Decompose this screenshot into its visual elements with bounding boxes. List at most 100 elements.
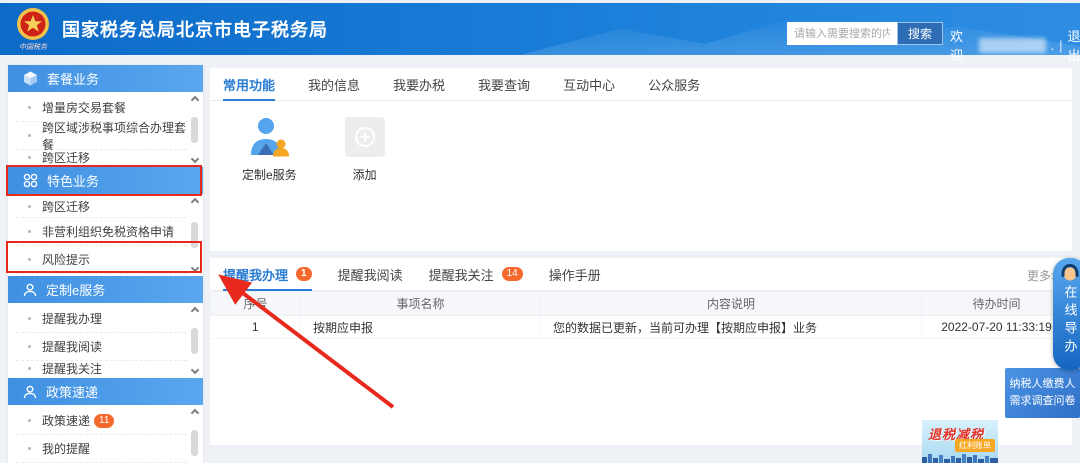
chevron-down-icon[interactable] xyxy=(190,263,199,273)
headset-agent-icon xyxy=(1061,264,1079,281)
reminder-table: 序号 事项名称 内容说明 待办时间 1 按期应申报 您的数据已更新，当前可办理【… xyxy=(210,291,1072,339)
emblem-caption: 中国税务 xyxy=(19,43,47,51)
sidebar-item-risk-alert[interactable]: 风险提示 xyxy=(16,246,187,274)
tab-remind-handle[interactable]: 提醒我办理 1 xyxy=(223,258,312,291)
online-guide-widget[interactable]: 在线导办 xyxy=(1053,258,1080,370)
survey-line2: 需求调查问卷 xyxy=(1009,395,1076,407)
person-icon xyxy=(23,385,37,398)
logout-link[interactable]: 退出 xyxy=(1068,26,1080,64)
welcome-dot: . xyxy=(1050,37,1055,53)
tab-remind-read[interactable]: 提醒我阅读 xyxy=(338,258,403,290)
scrollbar-thumb[interactable] xyxy=(191,429,198,456)
sidebar-item-label: 我的提醒 xyxy=(42,442,91,456)
reminder-panel: 提醒我办理 1 提醒我阅读 提醒我关注 14 操作手册 更多> 序号 事项名称 … xyxy=(210,258,1072,445)
col-header-item-name: 事项名称 xyxy=(300,291,541,316)
sidebar-item-cross-region-move-clipped[interactable]: 跨区迁移 xyxy=(16,150,187,165)
quick-icon-add[interactable]: 添加 xyxy=(344,117,385,183)
chevron-up-icon[interactable] xyxy=(190,95,199,105)
survey-banner[interactable]: 纳税人缴费人 需求调查问卷 xyxy=(1005,368,1080,418)
chevron-up-icon[interactable] xyxy=(190,197,199,207)
sidebar-item-label: 提醒我关注 xyxy=(42,362,103,376)
sidebar-section-package-business[interactable]: 套餐业务 xyxy=(8,65,203,92)
quick-icons-row: 定制e服务 添加 xyxy=(210,101,1072,183)
tab-label: 我要办税 xyxy=(393,77,446,93)
sidebar-scrollbar xyxy=(189,197,200,273)
quick-icon-label: 定制e服务 xyxy=(242,168,297,182)
table-header-row: 序号 事项名称 内容说明 待办时间 xyxy=(210,291,1072,316)
tab-operation-manual[interactable]: 操作手册 xyxy=(549,258,601,290)
sidebar-section-special-business[interactable]: 特色业务 xyxy=(8,167,203,194)
chevron-up-icon[interactable] xyxy=(190,306,199,316)
sidebar-item-remind-follow[interactable]: 提醒我关注 xyxy=(16,361,187,376)
sidebar-item-label: 风险提示 xyxy=(42,253,91,267)
tab-my-info[interactable]: 我的信息 xyxy=(308,68,360,100)
sidebar-group-eservice: 提醒我办理 提醒我阅读 提醒我关注 xyxy=(8,303,203,378)
tab-common-functions[interactable]: 常用功能 xyxy=(223,68,276,101)
tab-label: 常用功能 xyxy=(223,77,276,93)
cell-seq: 1 xyxy=(210,315,301,339)
remind-follow-badge: 14 xyxy=(501,267,523,281)
chevron-down-icon[interactable] xyxy=(190,365,199,375)
chevron-up-icon[interactable] xyxy=(190,408,199,418)
sidebar-section-policy-express[interactable]: 政策速递 xyxy=(8,378,203,405)
sidebar-item-nonprofit-exemption[interactable]: 非营利组织免税资格申请 xyxy=(16,218,187,246)
search-button[interactable]: 搜索 xyxy=(897,22,943,45)
sidebar-scrollbar xyxy=(189,306,200,375)
plus-icon xyxy=(344,117,385,157)
sidebar-item-label: 跨区迁移 xyxy=(42,151,91,165)
tab-label: 公众服务 xyxy=(648,77,701,93)
scrollbar-thumb[interactable] xyxy=(191,327,198,354)
main-tabbar: 常用功能 我的信息 我要办税 我要查询 互动中心 公众服务 xyxy=(210,68,1072,101)
col-header-description: 内容说明 xyxy=(540,291,922,316)
sidebar-section-custom-eservice[interactable]: 定制e服务 xyxy=(8,276,203,303)
tax-rebate-banner[interactable]: 退税减税 红利账单 xyxy=(922,420,998,463)
table-row[interactable]: 1 按期应申报 您的数据已更新，当前可办理【按期应申报】业务 2022-07-2… xyxy=(210,315,1072,339)
cube-icon xyxy=(24,71,37,86)
section-label: 定制e服务 xyxy=(46,283,106,298)
emblem-icon xyxy=(17,7,49,40)
sidebar-item-remind-read[interactable]: 提醒我阅读 xyxy=(16,333,187,361)
sidebar-group-policy: 政策速递 11 我的提醒 我的待办 xyxy=(8,405,203,463)
grid-icon xyxy=(23,173,38,188)
tab-query[interactable]: 我要查询 xyxy=(478,68,530,100)
sidebar: 套餐业务 增量房交易套餐 跨区域涉税事项综合办理套餐 跨区迁移 特色业务 跨区迁… xyxy=(8,65,203,463)
sidebar-group-package: 增量房交易套餐 跨区域涉税事项综合办理套餐 跨区迁移 xyxy=(8,92,203,167)
app-title: 国家税务总局北京市电子税务局 xyxy=(62,20,328,40)
sidebar-scrollbar xyxy=(189,408,200,463)
tab-label: 我的信息 xyxy=(308,77,361,93)
sidebar-item-label: 增量房交易套餐 xyxy=(42,101,127,115)
welcome-text: 欢迎, xyxy=(950,29,967,63)
tab-do-tax[interactable]: 我要办税 xyxy=(393,68,445,100)
welcome-area: 欢迎, . | 退出 xyxy=(950,26,1080,64)
sidebar-item-label: 非营利组织免税资格申请 xyxy=(42,225,175,239)
sidebar-item-cross-region-tax-package[interactable]: 跨区域涉税事项综合办理套餐 xyxy=(16,121,187,152)
sidebar-item-label: 跨区迁移 xyxy=(42,200,91,214)
tab-interaction-center[interactable]: 互动中心 xyxy=(563,68,615,100)
scrollbar-thumb[interactable] xyxy=(191,222,198,248)
col-header-seq: 序号 xyxy=(210,291,301,316)
quick-icon-label: 添加 xyxy=(352,168,377,182)
tab-remind-follow[interactable]: 提醒我关注 14 xyxy=(429,258,523,290)
tab-label: 互动中心 xyxy=(563,77,616,93)
cell-description: 您的数据已更新，当前可办理【按期应申报】业务 xyxy=(540,315,922,339)
policy-badge: 11 xyxy=(94,413,115,428)
sidebar-item-policy-express[interactable]: 政策速递 11 xyxy=(16,407,187,435)
city-skyline-icon xyxy=(922,454,998,463)
app-header: 中国税务 国家税务总局北京市电子税务局 搜索 欢迎, . | 退出 xyxy=(0,3,1080,63)
chevron-down-icon[interactable] xyxy=(190,154,199,164)
sidebar-group-special: 跨区迁移 非营利组织免税资格申请 风险提示 xyxy=(8,194,203,276)
remind-handle-badge: 1 xyxy=(296,267,312,281)
search-input[interactable] xyxy=(787,22,897,45)
national-emblem-logo: 中国税务 xyxy=(16,7,50,52)
col-header-todo-time: 待办时间 xyxy=(921,291,1072,316)
scrollbar-thumb[interactable] xyxy=(191,116,198,143)
sidebar-item-label: 提醒我办理 xyxy=(42,312,103,326)
sidebar-item-my-reminders[interactable]: 我的提醒 xyxy=(16,435,187,463)
tab-public-service[interactable]: 公众服务 xyxy=(648,68,700,100)
sidebar-item-cross-region-move[interactable]: 跨区迁移 xyxy=(16,196,187,218)
sidebar-item-remind-handle[interactable]: 提醒我办理 xyxy=(16,305,187,333)
tab-label: 操作手册 xyxy=(548,267,601,283)
tab-label: 提醒我办理 xyxy=(223,267,289,283)
quick-icon-custom-eservice[interactable]: 定制e服务 xyxy=(242,117,297,183)
cell-todo-time: 2022-07-20 11:33:19 xyxy=(921,315,1072,339)
